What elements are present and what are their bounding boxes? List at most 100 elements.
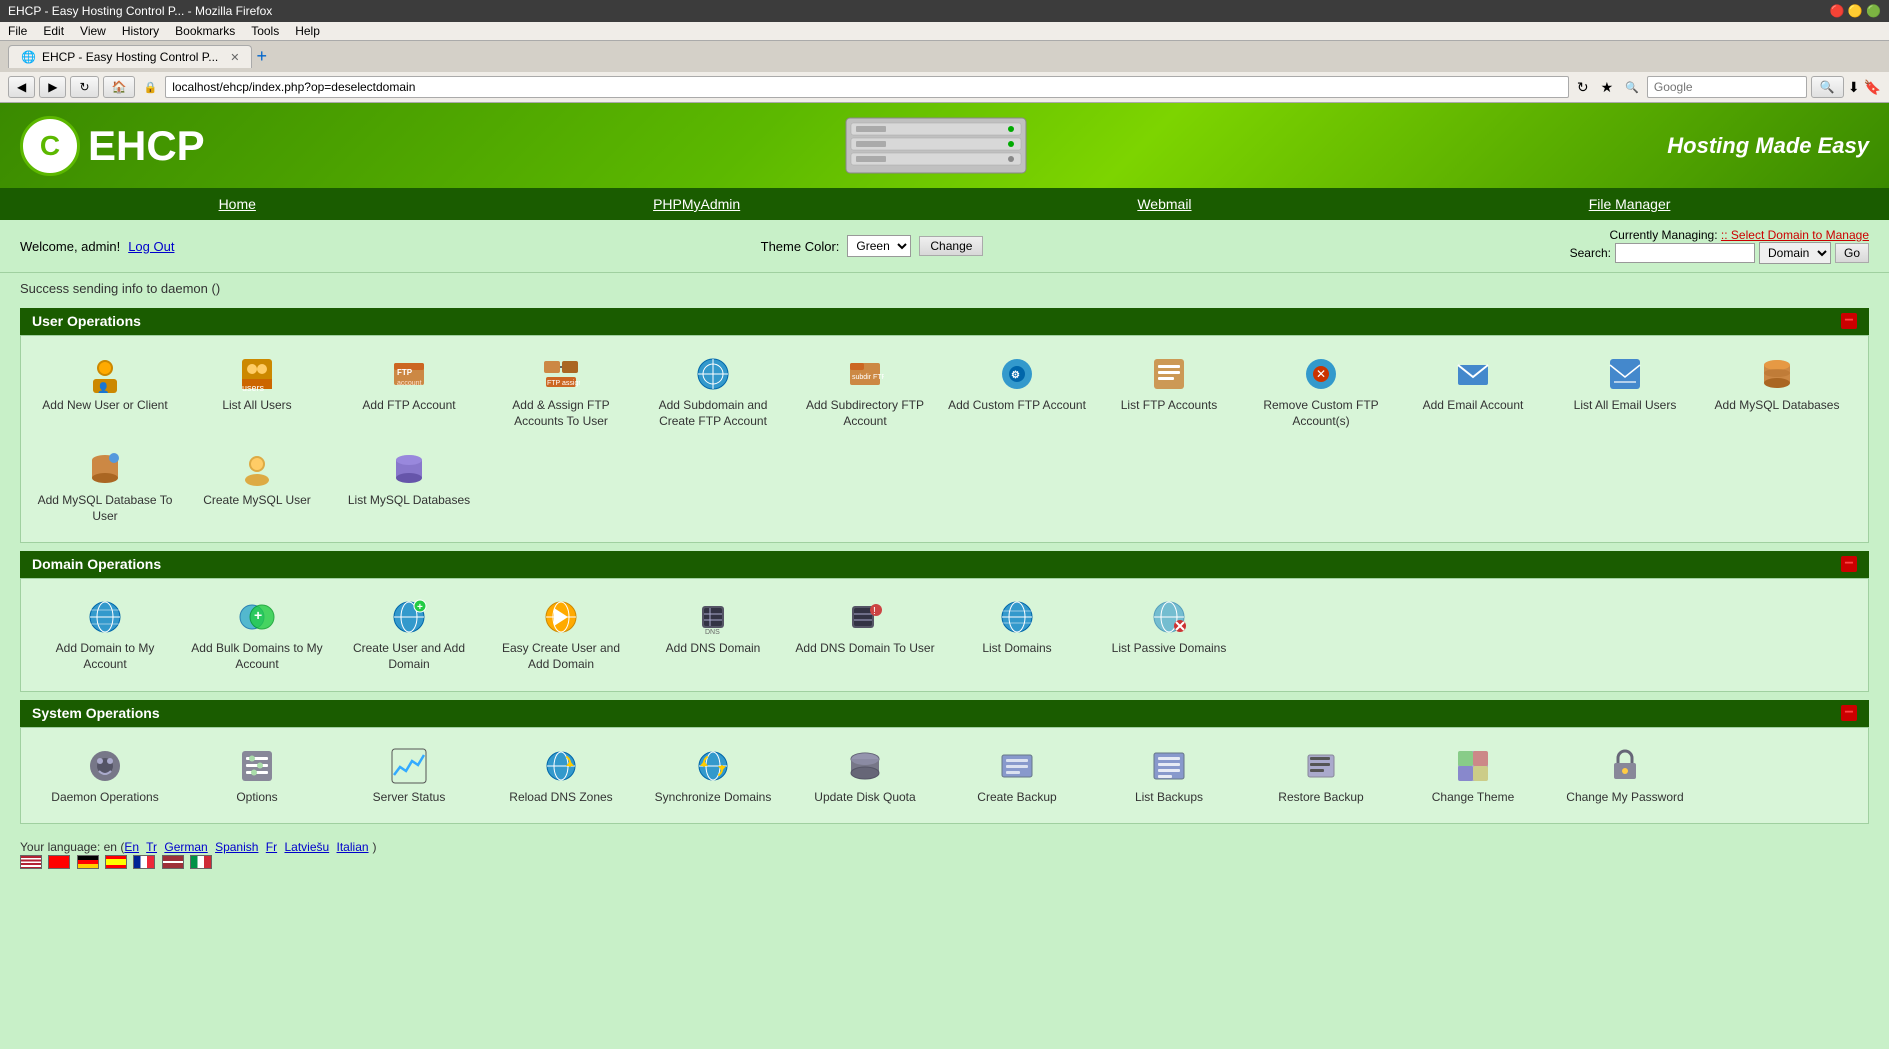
lang-latviesu[interactable]: Latviešu xyxy=(284,840,329,854)
op-options[interactable]: Options xyxy=(183,738,331,814)
system-operations-collapse[interactable]: − xyxy=(1841,705,1857,721)
op-change-theme[interactable]: Change Theme xyxy=(1399,738,1547,814)
op-dns-user[interactable]: ! Add DNS Domain To User xyxy=(791,589,939,680)
search-icon: 🔍 xyxy=(1621,81,1643,94)
browser-tab[interactable]: 🌐 EHCP - Easy Hosting Control P... ✕ xyxy=(8,45,252,68)
sync-domains-label: Synchronize Domains xyxy=(655,790,772,806)
nav-phpmyadmin[interactable]: PHPMyAdmin xyxy=(653,196,740,212)
op-easy-create[interactable]: Easy Create User and Add Domain xyxy=(487,589,635,680)
logout-link[interactable]: Log Out xyxy=(128,239,174,254)
back-button[interactable]: ◀ xyxy=(8,76,35,98)
tab-close-icon[interactable]: ✕ xyxy=(230,51,239,64)
disk-quota-label: Update Disk Quota xyxy=(814,790,915,806)
op-add-mysql[interactable]: Add MySQL Databases xyxy=(1703,346,1851,437)
restore-backup-label: Restore Backup xyxy=(1278,790,1363,806)
op-list-backups[interactable]: List Backups xyxy=(1095,738,1243,814)
lang-en[interactable]: En xyxy=(124,840,139,854)
system-operations-grid: Daemon Operations Options Server Status xyxy=(31,738,1858,814)
op-list-ftp[interactable]: List FTP Accounts xyxy=(1095,346,1243,437)
op-custom-ftp[interactable]: ⚙ Add Custom FTP Account xyxy=(943,346,1091,437)
address-bar[interactable] xyxy=(165,76,1569,98)
op-list-users[interactable]: users List All Users xyxy=(183,346,331,437)
lang-spanish[interactable]: Spanish xyxy=(215,840,258,854)
op-add-ftp[interactable]: FTPaccount Add FTP Account xyxy=(335,346,483,437)
select-domain-link[interactable]: :: Select Domain to Manage xyxy=(1721,228,1869,242)
op-bulk-domains[interactable]: + Add Bulk Domains to My Account xyxy=(183,589,331,680)
op-restore-backup[interactable]: Restore Backup xyxy=(1247,738,1395,814)
op-subdomain-ftp[interactable]: Add Subdomain and Create FTP Account xyxy=(639,346,787,437)
op-add-new-user[interactable]: 👤 Add New User or Client xyxy=(31,346,179,437)
lang-fr[interactable]: Fr xyxy=(266,840,277,854)
browser-menu-bar: File Edit View History Bookmarks Tools H… xyxy=(0,22,1889,41)
op-change-password[interactable]: Change My Password xyxy=(1551,738,1699,814)
op-create-backup[interactable]: Create Backup xyxy=(943,738,1091,814)
op-list-email[interactable]: List All Email Users xyxy=(1551,346,1699,437)
menu-history[interactable]: History xyxy=(122,24,159,38)
menu-tools[interactable]: Tools xyxy=(251,24,279,38)
easy-create-label: Easy Create User and Add Domain xyxy=(491,641,631,672)
search-type-select[interactable]: Domain User xyxy=(1759,242,1831,264)
flag-lv xyxy=(162,855,184,869)
nav-webmail[interactable]: Webmail xyxy=(1137,196,1191,212)
domain-search-input[interactable] xyxy=(1615,243,1755,263)
theme-select[interactable]: Green Blue Red xyxy=(847,235,911,257)
daemon-icon xyxy=(85,746,125,786)
reload-dns-icon xyxy=(541,746,581,786)
lang-italian[interactable]: Italian xyxy=(337,840,369,854)
theme-change-button[interactable]: Change xyxy=(919,236,983,256)
op-disk-quota[interactable]: Update Disk Quota xyxy=(791,738,939,814)
svg-text:⚙: ⚙ xyxy=(1011,370,1020,381)
add-dns-label: Add DNS Domain xyxy=(666,641,761,657)
op-create-user-domain[interactable]: + Create User and Add Domain xyxy=(335,589,483,680)
browser-search-input[interactable] xyxy=(1647,76,1807,98)
op-create-mysql-user[interactable]: Create MySQL User xyxy=(183,441,331,532)
op-add-email[interactable]: Add Email Account xyxy=(1399,346,1547,437)
subdomain-ftp-label: Add Subdomain and Create FTP Account xyxy=(643,398,783,429)
dns-user-label: Add DNS Domain To User xyxy=(795,641,934,657)
domain-operations-header: Domain Operations − xyxy=(20,551,1869,577)
forward-button[interactable]: ▶ xyxy=(39,76,66,98)
domain-operations-collapse[interactable]: − xyxy=(1841,556,1857,572)
svg-text:FTP assign: FTP assign xyxy=(547,380,580,387)
lang-german[interactable]: German xyxy=(164,840,207,854)
op-subdir-ftp[interactable]: subdir FTP Add Subdirectory FTP Account xyxy=(791,346,939,437)
list-mysql-icon xyxy=(389,449,429,489)
op-add-domain[interactable]: Add Domain to My Account xyxy=(31,589,179,680)
op-list-domains[interactable]: List Domains xyxy=(943,589,1091,680)
search-submit-button[interactable]: 🔍 xyxy=(1811,76,1844,98)
system-operations-header: System Operations − xyxy=(20,700,1869,726)
op-add-dns[interactable]: DNS Add DNS Domain xyxy=(639,589,787,680)
nav-filemanager[interactable]: File Manager xyxy=(1589,196,1671,212)
op-reload-dns[interactable]: Reload DNS Zones xyxy=(487,738,635,814)
op-sync-domains[interactable]: Synchronize Domains xyxy=(639,738,787,814)
op-remove-ftp[interactable]: ✕ Remove Custom FTP Account(s) xyxy=(1247,346,1395,437)
ehcp-header: C EHCP Hosting Made Easy xyxy=(0,103,1889,188)
home-nav-button[interactable]: 🏠 xyxy=(103,76,136,98)
menu-file[interactable]: File xyxy=(8,24,27,38)
search-go-button[interactable]: Go xyxy=(1835,243,1869,263)
user-operations-collapse[interactable]: − xyxy=(1841,313,1857,329)
op-assign-ftp[interactable]: FTP assign Add & Assign FTP Accounts To … xyxy=(487,346,635,437)
op-daemon[interactable]: Daemon Operations xyxy=(31,738,179,814)
op-passive-domains[interactable]: List Passive Domains xyxy=(1095,589,1243,680)
lang-tr[interactable]: Tr xyxy=(146,840,157,854)
op-server-status[interactable]: Server Status xyxy=(335,738,483,814)
browser-nav-bar: ◀ ▶ ↻ 🏠 🔒 ↻ ★ 🔍 🔍 ⬇ 🔖 xyxy=(0,72,1889,103)
menu-help[interactable]: Help xyxy=(295,24,320,38)
dns-user-icon: ! xyxy=(845,597,885,637)
menu-bookmarks[interactable]: Bookmarks xyxy=(175,24,235,38)
op-list-mysql[interactable]: List MySQL Databases xyxy=(335,441,483,532)
reload-button[interactable]: ↻ xyxy=(70,76,98,98)
passive-domains-label: List Passive Domains xyxy=(1112,641,1227,657)
new-tab-button[interactable]: + xyxy=(256,46,267,67)
download-icon[interactable]: ⬇ xyxy=(1848,79,1860,96)
bookmark2-icon[interactable]: 🔖 xyxy=(1864,79,1881,96)
op-mysql-user[interactable]: Add MySQL Database To User xyxy=(31,441,179,532)
add-domain-icon xyxy=(85,597,125,637)
bookmark-icon[interactable]: ★ xyxy=(1597,79,1618,96)
menu-edit[interactable]: Edit xyxy=(43,24,64,38)
reload-icon[interactable]: ↻ xyxy=(1573,79,1593,96)
nav-home[interactable]: Home xyxy=(219,196,256,212)
menu-view[interactable]: View xyxy=(80,24,106,38)
add-mysql-label: Add MySQL Databases xyxy=(1715,398,1840,414)
